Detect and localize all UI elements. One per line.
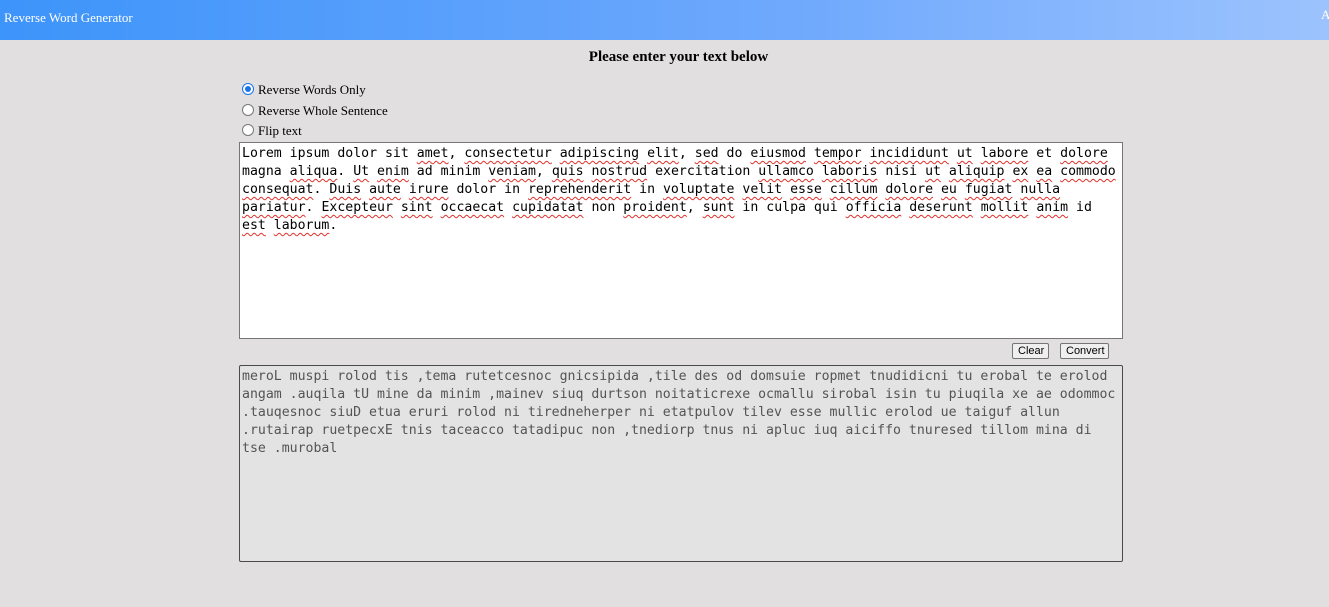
option-reverse-sentence[interactable]: Reverse Whole Sentence xyxy=(240,101,388,122)
misspelled-word: fugiat xyxy=(964,182,1013,197)
misspelled-word: eu xyxy=(940,182,957,197)
misspelled-word: adipiscing xyxy=(559,146,640,161)
misspelled-word: ut xyxy=(956,146,973,161)
radio-reverse-words[interactable] xyxy=(242,83,254,96)
misspelled-word: commodo xyxy=(1060,164,1116,179)
misspelled-word: nostrud xyxy=(591,164,648,179)
misspelled-word: voluptate xyxy=(662,182,735,197)
misspelled-word: quis xyxy=(551,164,584,179)
misspelled-word: reprehenderit xyxy=(527,182,632,197)
misspelled-word: velit xyxy=(742,182,783,197)
misspelled-word: nulla xyxy=(1020,182,1061,197)
app-title: Reverse Word Generator xyxy=(4,10,133,25)
option-label: Reverse Whole Sentence xyxy=(258,102,388,118)
app-header: Reverse Word Generator A xyxy=(0,0,1329,40)
misspelled-word: eiusmod xyxy=(750,146,806,161)
misspelled-word: proident xyxy=(623,200,687,215)
misspelled-word: ullamco xyxy=(758,164,814,179)
misspelled-word: dolore xyxy=(1060,146,1108,161)
misspelled-word: mollit xyxy=(980,200,1029,215)
page-heading: Please enter your text below xyxy=(588,49,769,65)
option-reverse-words[interactable]: Reverse Words Only xyxy=(240,80,388,101)
radio-reverse-sentence[interactable] xyxy=(242,103,254,116)
radio-flip-text[interactable] xyxy=(242,124,254,137)
misspelled-word: elit xyxy=(647,146,679,161)
misspelled-word: sint xyxy=(400,200,433,215)
misspelled-word: aliquip xyxy=(948,164,1005,179)
mode-options: Reverse Words Only Reverse Whole Sentenc… xyxy=(240,80,388,142)
misspelled-word: cupidatat xyxy=(512,200,584,215)
misspelled-word: ea xyxy=(1036,164,1053,179)
misspelled-word: incididunt xyxy=(869,146,949,161)
misspelled-word: irure xyxy=(408,182,449,197)
misspelled-word: sed xyxy=(694,146,719,161)
option-label: Flip text xyxy=(258,123,302,139)
misspelled-word: dolore xyxy=(885,182,934,197)
misspelled-word: aliqua xyxy=(289,164,338,179)
misspelled-word: occaecat xyxy=(440,200,505,215)
misspelled-word: cillum xyxy=(829,182,878,197)
misspelled-word: consequat xyxy=(242,182,314,197)
misspelled-word: officia xyxy=(845,200,902,215)
misspelled-word: veniam xyxy=(488,164,536,179)
misspelled-word: pariatur xyxy=(242,200,306,215)
misspelled-word: est xyxy=(242,218,266,233)
misspelled-word: Ut xyxy=(353,164,370,179)
misspelled-word: sunt xyxy=(702,200,735,215)
misspelled-word: Excepteur xyxy=(321,200,393,215)
misspelled-word: consectetur xyxy=(464,146,552,161)
misspelled-word: laborum xyxy=(273,218,330,233)
convert-button[interactable]: Convert xyxy=(1060,343,1109,359)
option-label: Reverse Words Only xyxy=(258,82,366,98)
misspelled-word: anim xyxy=(1036,200,1069,215)
misspelled-word: Duis xyxy=(329,182,362,197)
misspelled-word: ut xyxy=(925,164,941,179)
misspelled-word: enim xyxy=(377,164,409,179)
misspelled-word: labore xyxy=(980,146,1029,161)
misspelled-word: aute xyxy=(369,182,401,197)
clear-button[interactable]: Clear xyxy=(1012,343,1049,359)
option-flip-text[interactable]: Flip text xyxy=(240,121,388,142)
misspelled-word: esse xyxy=(790,182,822,197)
misspelled-word: deserunt xyxy=(909,200,973,215)
input-textarea[interactable]: Lorem ipsum dolor sit amet, consectetur … xyxy=(239,142,1123,339)
header-menu-link[interactable]: A xyxy=(1321,7,1329,23)
misspelled-word: laboris xyxy=(821,164,878,179)
output-textarea[interactable]: meroL muspi rolod tis ,tema rutetcesnoc … xyxy=(239,365,1123,562)
misspelled-word: amet xyxy=(416,146,449,161)
misspelled-word: tempor xyxy=(813,146,862,161)
misspelled-word: ex xyxy=(1012,164,1029,179)
